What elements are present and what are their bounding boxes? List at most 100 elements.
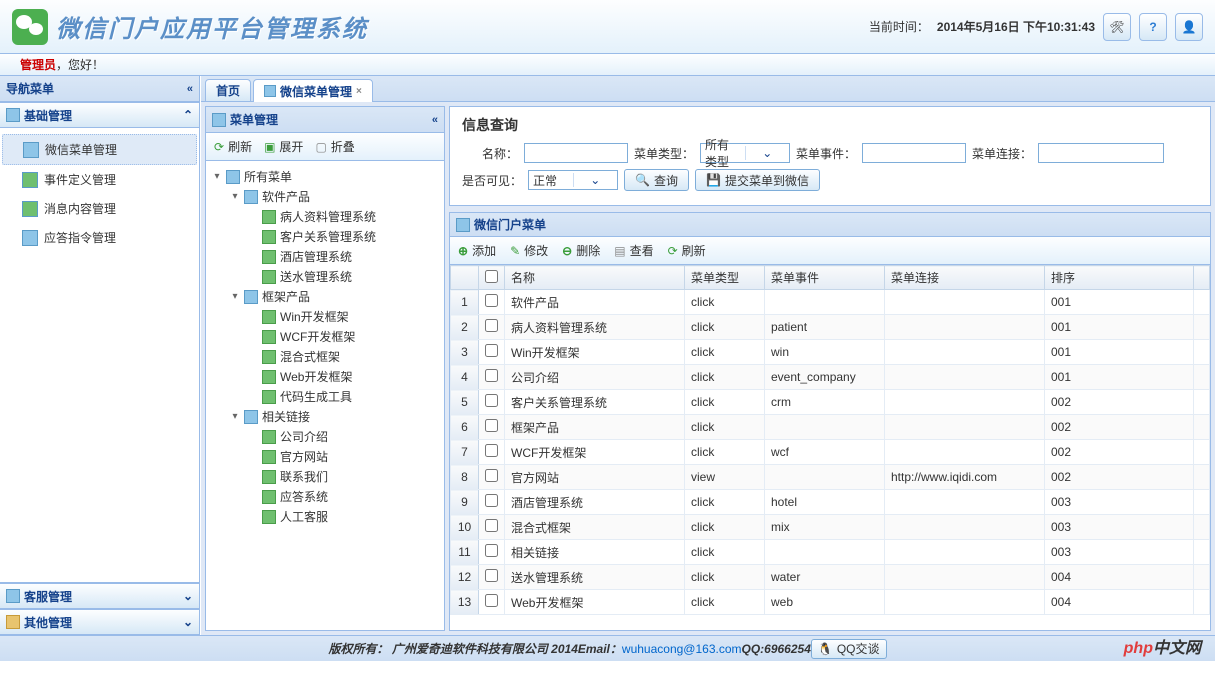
qq-chat-button[interactable]: 🐧QQ交谈 — [811, 639, 887, 659]
tree-leaf-1-3[interactable]: Web开发框架 — [248, 367, 438, 387]
name-input[interactable] — [524, 143, 628, 163]
cell: 002 — [1045, 465, 1194, 490]
save-icon: 💾 — [706, 173, 721, 187]
leaf-icon — [262, 270, 276, 284]
view-button[interactable]: ▤查看 — [614, 242, 653, 259]
close-icon[interactable]: × — [356, 86, 362, 97]
tree-branch-2[interactable]: ▾相关链接 — [230, 407, 438, 427]
cell-checkbox[interactable] — [479, 590, 505, 615]
tree-leaf-2-2[interactable]: 联系我们 — [248, 467, 438, 487]
submit-wechat-button[interactable]: 💾提交菜单到微信 — [695, 169, 820, 191]
table-row[interactable]: 1软件产品click001 — [451, 290, 1210, 315]
cell-checkbox[interactable] — [479, 565, 505, 590]
cell-checkbox[interactable] — [479, 340, 505, 365]
table-row[interactable]: 8官方网站viewhttp://www.iqidi.com002 — [451, 465, 1210, 490]
tree-leaf-1-2[interactable]: 混合式框架 — [248, 347, 438, 367]
tree-expand-button[interactable]: ▣展开 — [264, 138, 303, 155]
chevron-down-icon: ⌄ — [183, 589, 193, 603]
table-row[interactable]: 10混合式框架clickmix003 — [451, 515, 1210, 540]
cell-checkbox[interactable] — [479, 415, 505, 440]
cell-checkbox[interactable] — [479, 515, 505, 540]
accordion-service[interactable]: 客服管理 ⌄ — [0, 583, 199, 609]
tree-leaf-2-1[interactable]: 官方网站 — [248, 447, 438, 467]
cell-rownum: 2 — [451, 315, 479, 340]
cell-checkbox[interactable] — [479, 290, 505, 315]
table-row[interactable]: 12送水管理系统clickwater004 — [451, 565, 1210, 590]
table-row[interactable]: 13Web开发框架clickweb004 — [451, 590, 1210, 615]
table-row[interactable]: 2病人资料管理系统clickpatient001 — [451, 315, 1210, 340]
tools-button[interactable]: 🛠 — [1103, 13, 1131, 41]
collapse-toggle-icon[interactable]: ▾ — [230, 287, 240, 307]
accordion-other[interactable]: 其他管理 ⌄ — [0, 609, 199, 635]
cell: click — [685, 490, 765, 515]
email-link[interactable]: wuhuacong@163.com — [622, 642, 742, 656]
tree-leaf-0-2[interactable]: 酒店管理系统 — [248, 247, 438, 267]
tree-leaf-0-3[interactable]: 送水管理系统 — [248, 267, 438, 287]
table-row[interactable]: 5客户关系管理系统clickcrm002 — [451, 390, 1210, 415]
sidebar-collapse-icon[interactable]: « — [187, 83, 193, 95]
sidebar-item-1[interactable]: 事件定义管理 — [2, 165, 197, 194]
sidebar-item-0[interactable]: 微信菜单管理 — [2, 134, 197, 165]
table-row[interactable]: 4公司介绍clickevent_company001 — [451, 365, 1210, 390]
cell-checkbox[interactable] — [479, 465, 505, 490]
table-row[interactable]: 6框架产品click002 — [451, 415, 1210, 440]
cell: event_company — [765, 365, 885, 390]
cell-checkbox[interactable] — [479, 365, 505, 390]
tree-leaf-1-1[interactable]: WCF开发框架 — [248, 327, 438, 347]
type-select[interactable]: 所有类型⌄ — [700, 143, 790, 163]
leaf-icon — [262, 210, 276, 224]
accordion-service-label: 客服管理 — [24, 588, 72, 605]
tree-leaf-1-0[interactable]: Win开发框架 — [248, 307, 438, 327]
col-0[interactable]: 名称 — [505, 266, 685, 290]
col-2[interactable]: 菜单事件 — [765, 266, 885, 290]
sidebar-item-3[interactable]: 应答指令管理 — [2, 223, 197, 252]
cell-checkbox[interactable] — [479, 540, 505, 565]
delete-button[interactable]: ⊖删除 — [562, 242, 600, 259]
tree-refresh-button[interactable]: ⟳刷新 — [214, 138, 252, 155]
tree-root-node[interactable]: ▾所有菜单 — [212, 167, 438, 187]
grid-refresh-button[interactable]: ⟳刷新 — [668, 242, 706, 259]
user-button[interactable]: 👤 — [1175, 13, 1203, 41]
tree-collapse-icon[interactable]: « — [432, 114, 438, 126]
cell-checkbox[interactable] — [479, 490, 505, 515]
cell-checkbox[interactable] — [479, 315, 505, 340]
link-input[interactable] — [1038, 143, 1164, 163]
tree-leaf-1-4[interactable]: 代码生成工具 — [248, 387, 438, 407]
cell — [765, 415, 885, 440]
table-row[interactable]: 7WCF开发框架clickwcf002 — [451, 440, 1210, 465]
collapse-toggle-icon[interactable]: ▾ — [230, 187, 240, 207]
edit-button[interactable]: ✎修改 — [510, 242, 548, 259]
tree-leaf-2-0[interactable]: 公司介绍 — [248, 427, 438, 447]
collapse-toggle-icon[interactable]: ▾ — [230, 407, 240, 427]
col-3[interactable]: 菜单连接 — [885, 266, 1045, 290]
cell: view — [685, 465, 765, 490]
tree-leaf-0-0[interactable]: 病人资料管理系统 — [248, 207, 438, 227]
tree-branch-0[interactable]: ▾软件产品 — [230, 187, 438, 207]
cell: 送水管理系统 — [505, 565, 685, 590]
sidebar-item-2[interactable]: 消息内容管理 — [2, 194, 197, 223]
table-row[interactable]: 9酒店管理系统clickhotel003 — [451, 490, 1210, 515]
visible-select[interactable]: 正常⌄ — [528, 170, 618, 190]
leaf-icon — [262, 510, 276, 524]
col-1[interactable]: 菜单类型 — [685, 266, 765, 290]
tree-leaf-2-3[interactable]: 应答系统 — [248, 487, 438, 507]
accordion-basic[interactable]: 基础管理 ⌃ — [0, 102, 199, 128]
col-4[interactable]: 排序 — [1045, 266, 1194, 290]
add-button[interactable]: ⊕添加 — [458, 242, 496, 259]
col-checkbox[interactable] — [479, 266, 505, 290]
tree-leaf-2-4[interactable]: 人工客服 — [248, 507, 438, 527]
help-button[interactable]: ? — [1139, 13, 1167, 41]
chevron-down-icon: ⌄ — [183, 615, 193, 629]
tree-collapse-button[interactable]: ▢折叠 — [315, 138, 354, 155]
table-row[interactable]: 3Win开发框架clickwin001 — [451, 340, 1210, 365]
tab-0[interactable]: 首页 — [205, 79, 251, 101]
event-input[interactable] — [862, 143, 966, 163]
cell-checkbox[interactable] — [479, 390, 505, 415]
tree-branch-1[interactable]: ▾框架产品 — [230, 287, 438, 307]
table-row[interactable]: 11相关链接click003 — [451, 540, 1210, 565]
query-button[interactable]: 🔍查询 — [624, 169, 689, 191]
collapse-toggle-icon[interactable]: ▾ — [212, 167, 222, 187]
tree-leaf-0-1[interactable]: 客户关系管理系统 — [248, 227, 438, 247]
cell-checkbox[interactable] — [479, 440, 505, 465]
tab-1[interactable]: 微信菜单管理× — [253, 79, 373, 102]
